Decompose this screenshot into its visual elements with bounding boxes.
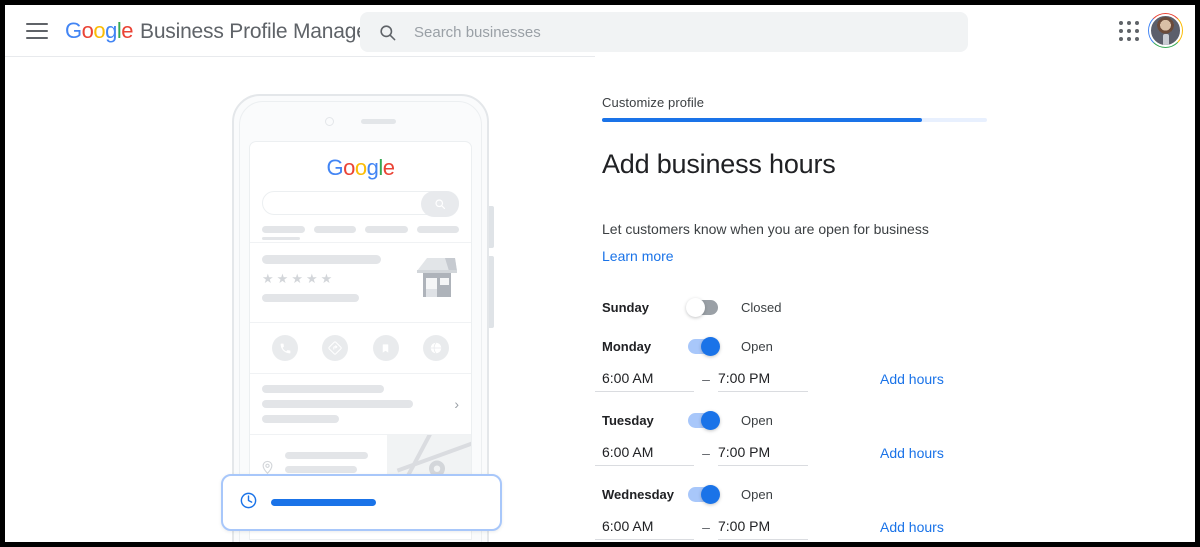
highlight-bar xyxy=(271,499,376,506)
time-range-dash: – xyxy=(702,519,710,535)
product-name: Business Profile Manager xyxy=(140,19,375,43)
camera-icon xyxy=(325,116,334,126)
add-hours-link[interactable]: Add hours xyxy=(880,519,944,540)
open-time-input[interactable]: 6:00 AM xyxy=(595,518,694,540)
placeholder-bar xyxy=(262,255,381,264)
time-range-dash: – xyxy=(702,371,710,387)
clock-icon xyxy=(239,491,258,515)
chip xyxy=(262,226,305,240)
chevron-right-icon: › xyxy=(454,396,459,412)
preview-search-field xyxy=(262,191,459,217)
add-hours-link[interactable]: Add hours xyxy=(880,371,944,392)
day-open-toggle[interactable] xyxy=(688,484,720,504)
share-icon xyxy=(422,335,449,361)
bookmark-icon xyxy=(372,335,399,361)
day-open-toggle[interactable] xyxy=(688,410,720,430)
day-open-toggle[interactable] xyxy=(688,336,720,356)
placeholder-bar xyxy=(285,451,369,459)
progress-bar xyxy=(602,118,987,122)
day-state-label: Open xyxy=(741,486,773,502)
phone-side-button-lower xyxy=(489,256,494,328)
day-label: Tuesday xyxy=(602,412,654,428)
brand-logo: Google Business Profile Manager xyxy=(65,18,375,44)
close-time-input[interactable]: 7:00 PM xyxy=(718,370,808,392)
phone-side-button-upper xyxy=(489,206,494,248)
day-row-tuesday: Tuesday Open 6:00 AM – 7:00 PM Add hours xyxy=(595,409,1195,466)
avatar-photo xyxy=(1149,14,1182,47)
placeholder-bar xyxy=(262,385,384,393)
day-state-label: Open xyxy=(741,412,773,428)
google-logo: Google xyxy=(65,17,134,43)
preview-filter-chips xyxy=(250,226,471,242)
preview-business-card: ★ ★ ★ ★ ★ xyxy=(250,242,471,323)
preview-search-row xyxy=(250,191,471,226)
phone-icon xyxy=(272,335,299,361)
day-state-label: Closed xyxy=(741,299,782,315)
rating-stars: ★ ★ ★ ★ ★ xyxy=(262,271,333,286)
day-open-toggle[interactable] xyxy=(686,297,718,317)
tab-customize-profile[interactable]: Customize profile xyxy=(602,95,704,110)
search-icon xyxy=(421,191,459,217)
chip xyxy=(365,226,408,233)
learn-more-link[interactable]: Learn more xyxy=(602,248,674,264)
day-label: Wednesday xyxy=(602,486,675,502)
phone-preview-area: Google ★ ★ ★ ★ ★ › xyxy=(5,56,595,542)
chip xyxy=(416,226,459,233)
preview-info-lines xyxy=(262,385,446,423)
page-title: Add business hours xyxy=(602,149,836,179)
customize-profile-panel: Customize profile Add business hours Let… xyxy=(595,56,1195,542)
chip xyxy=(313,226,356,233)
app-header: Google Business Profile Manager Search b… xyxy=(5,5,1195,57)
preview-action-buttons xyxy=(250,323,471,374)
apps-grid-icon[interactable] xyxy=(1118,20,1140,42)
placeholder-bar xyxy=(262,400,414,408)
app-window: Google Business Profile Manager Search b… xyxy=(5,5,1195,542)
day-label: Sunday xyxy=(602,299,649,315)
placeholder-bar xyxy=(262,415,340,423)
directions-icon xyxy=(322,335,349,361)
preview-google-logo: Google xyxy=(326,155,395,180)
search-input[interactable]: Search businesses xyxy=(414,24,541,41)
close-time-input[interactable]: 7:00 PM xyxy=(718,518,808,540)
phone-notch xyxy=(232,108,489,134)
placeholder-bar xyxy=(262,294,360,302)
search-icon xyxy=(378,23,397,42)
time-range-dash: – xyxy=(702,445,710,461)
open-time-input[interactable]: 6:00 AM xyxy=(595,370,694,392)
preview-info-row: › xyxy=(250,374,471,435)
page-subtitle: Let customers know when you are open for… xyxy=(602,221,929,237)
placeholder-bar xyxy=(285,465,357,473)
close-time-input[interactable]: 7:00 PM xyxy=(718,444,808,466)
day-row-monday: Monday Open 6:00 AM – 7:00 PM Add hours xyxy=(595,335,1195,392)
day-row-wednesday: Wednesday Open 6:00 AM – 7:00 PM Add hou… xyxy=(595,483,1195,540)
preview-business-lines: ★ ★ ★ ★ ★ xyxy=(262,255,405,310)
day-row-sunday: Sunday Closed xyxy=(595,296,1195,318)
storefront-icon xyxy=(415,255,459,298)
hamburger-menu-icon[interactable] xyxy=(26,22,48,39)
search-businesses-bar[interactable]: Search businesses xyxy=(360,12,968,52)
avatar[interactable] xyxy=(1148,13,1183,48)
business-hours-highlight-card[interactable] xyxy=(221,474,502,531)
day-label: Monday xyxy=(602,338,652,354)
business-hours-list: Sunday Closed Monday Open 6:00 AM – 7:00… xyxy=(595,296,1195,542)
open-time-input[interactable]: 6:00 AM xyxy=(595,444,694,466)
day-state-label: Open xyxy=(741,338,773,354)
progress-bar-fill xyxy=(602,118,922,122)
speaker-icon xyxy=(361,118,396,124)
add-hours-link[interactable]: Add hours xyxy=(880,445,944,466)
